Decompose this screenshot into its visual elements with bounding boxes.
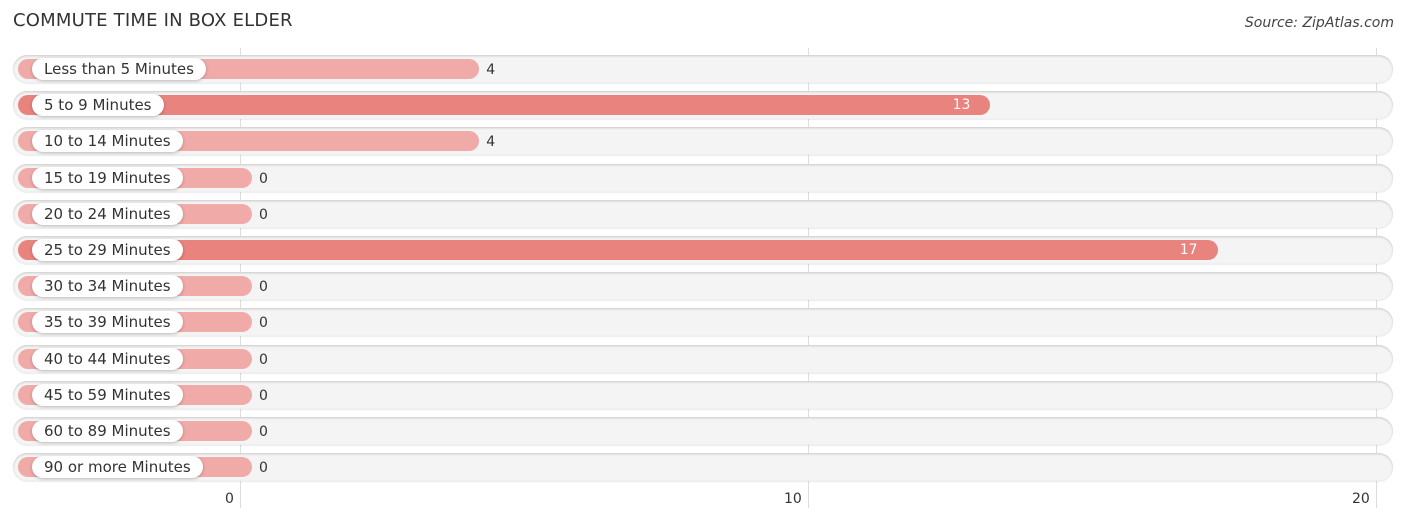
value-label: 0: [259, 351, 268, 368]
category-label: 5 to 9 Minutes: [32, 94, 164, 117]
category-label: 40 to 44 Minutes: [32, 347, 183, 370]
bar[interactable]: [18, 95, 991, 116]
category-label: 25 to 29 Minutes: [32, 239, 183, 261]
bar-chart: Less than 5 Minutes 4 5 to 9 Minutes 13 10 t…: [0, 0, 1406, 523]
value-label: 0: [259, 424, 268, 440]
category-label: 45 to 59 Minutes: [32, 383, 183, 406]
x-tick-label: 0: [225, 491, 234, 507]
category-label: 10 to 14 Minutes: [32, 130, 183, 153]
value-label: 0: [259, 315, 268, 332]
value-label: 0: [259, 206, 268, 223]
category-label: 20 to 24 Minutes: [32, 202, 183, 225]
value-label: 13: [952, 97, 971, 114]
category-label: 60 to 89 Minutes: [32, 420, 183, 442]
value-label: 4: [486, 62, 496, 78]
value-label: 4: [486, 134, 496, 151]
category-label: 30 to 34 Minutes: [32, 275, 183, 298]
category-label: Less than 5 Minutes: [32, 58, 206, 80]
x-tick-label: 10: [784, 491, 802, 507]
category-label: 15 to 19 Minutes: [32, 166, 183, 189]
bar[interactable]: [18, 240, 1218, 260]
x-tick-label: 20: [1352, 491, 1370, 507]
value-label: 0: [259, 387, 268, 404]
value-label: 0: [259, 170, 268, 187]
value-label: 17: [1179, 242, 1198, 258]
value-label: 0: [259, 460, 268, 477]
category-label: 90 or more Minutes: [32, 456, 203, 479]
value-label: 0: [259, 279, 268, 296]
category-label: 35 to 39 Minutes: [32, 311, 183, 334]
